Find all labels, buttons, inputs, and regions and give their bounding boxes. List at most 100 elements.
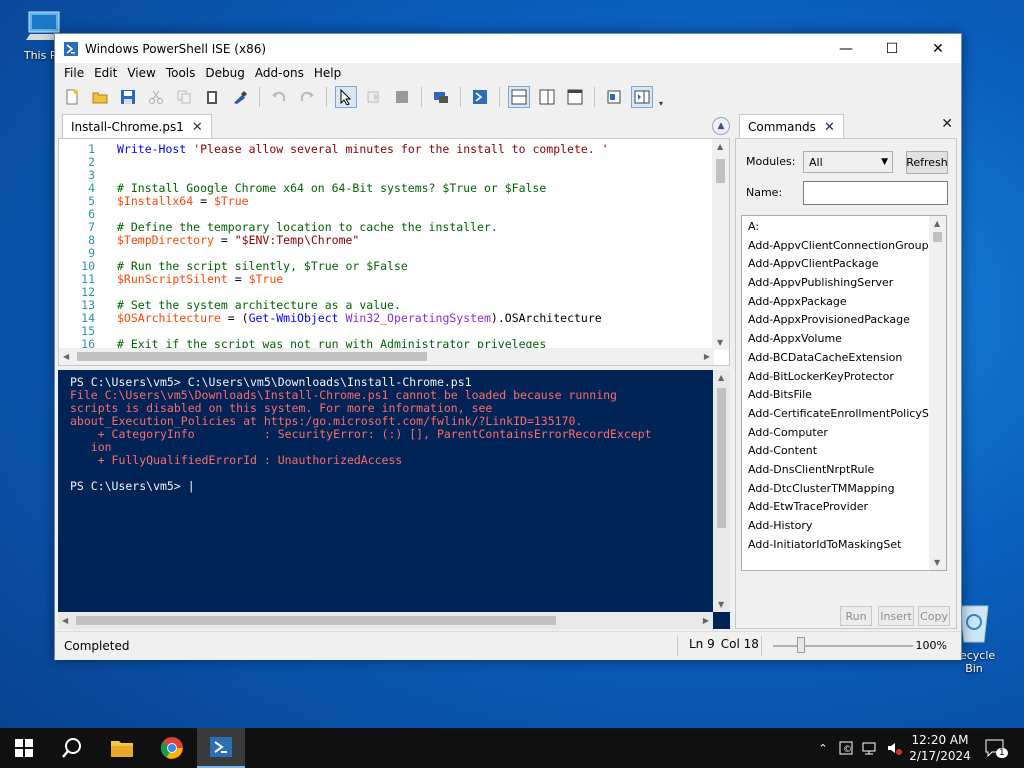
cut-icon[interactable] — [145, 86, 167, 108]
menu-edit[interactable]: Edit — [89, 66, 122, 80]
run-script-icon[interactable] — [335, 86, 357, 108]
open-folder-icon[interactable] — [89, 86, 111, 108]
close-pane-icon[interactable]: ✕ — [941, 116, 953, 132]
tab-close-icon[interactable]: ✕ — [192, 120, 203, 135]
minimize-button[interactable]: — — [823, 34, 869, 63]
notifications-button[interactable]: 1 — [980, 728, 1010, 768]
command-list-item[interactable]: Add-History — [742, 517, 934, 536]
scroll-down-icon[interactable]: ▼ — [717, 338, 723, 347]
start-button[interactable] — [0, 728, 48, 768]
commands-tab-close-icon[interactable]: ✕ — [824, 120, 835, 135]
scroll-up-icon[interactable]: ▲ — [934, 219, 940, 228]
console-horizontal-scrollbar[interactable]: ◀ ▶ — [58, 612, 713, 629]
menu-view[interactable]: View — [122, 66, 160, 80]
name-search-input[interactable] — [803, 181, 948, 205]
zoom-slider[interactable] — [773, 645, 913, 647]
menu-file[interactable]: File — [59, 66, 89, 80]
command-list-item[interactable]: Add-EtwTraceProvider — [742, 498, 934, 517]
command-list-item[interactable]: Add-AppvClientPackage — [742, 255, 934, 274]
scroll-left-icon[interactable]: ◀ — [63, 352, 69, 361]
menu-add-ons[interactable]: Add-ons — [250, 66, 309, 80]
editor-horizontal-scrollbar[interactable]: ◀ ▶ — [59, 348, 714, 365]
scrollbar-thumb[interactable] — [933, 232, 942, 242]
insert-button[interactable]: Insert — [878, 606, 914, 626]
collapse-script-pane-button[interactable]: ▲ — [712, 117, 730, 135]
menu-tools[interactable]: Tools — [161, 66, 201, 80]
command-list-item[interactable]: Add-DtcClusterTMMapping — [742, 480, 934, 499]
status-divider — [761, 636, 762, 656]
command-list-item[interactable]: Add-Content — [742, 442, 934, 461]
command-list-item[interactable]: Add-BitsFile — [742, 386, 934, 405]
save-icon[interactable] — [117, 86, 139, 108]
command-list-item[interactable]: Add-DnsClientNrptRule — [742, 461, 934, 480]
command-list-item[interactable]: A: — [742, 218, 934, 237]
powershell-ise-taskbar-button[interactable] — [197, 728, 245, 768]
clear-console-icon[interactable] — [229, 86, 251, 108]
console-pane[interactable]: PS C:\Users\vm5> C:\Users\vm5\Downloads\… — [58, 370, 730, 629]
title-bar[interactable]: Windows PowerShell ISE (x86) — ☐ ✕ — [55, 34, 961, 63]
volume-muted-icon[interactable] — [884, 728, 904, 768]
show-script-pane-top-icon[interactable] — [508, 86, 530, 108]
undo-icon[interactable] — [268, 86, 290, 108]
scroll-down-icon[interactable]: ▼ — [934, 558, 940, 567]
security-icon[interactable]: © — [836, 728, 856, 768]
powershell-ise-icon — [210, 737, 232, 757]
show-command-window-icon[interactable] — [603, 86, 625, 108]
show-script-pane-maximized-icon[interactable] — [564, 86, 586, 108]
command-list-item[interactable]: Add-AppvPublishingServer — [742, 274, 934, 293]
new-file-icon[interactable] — [61, 86, 83, 108]
command-list-item[interactable]: Add-AppxVolume — [742, 330, 934, 349]
console-vertical-scrollbar[interactable]: ▲ ▼ — [713, 370, 730, 612]
editor-vertical-scrollbar[interactable]: ▲ ▼ — [712, 139, 729, 350]
search-button[interactable] — [48, 728, 96, 768]
menu-help[interactable]: Help — [309, 66, 346, 80]
show-script-pane-right-icon[interactable] — [536, 86, 558, 108]
scroll-up-icon[interactable]: ▲ — [717, 142, 723, 151]
scrollbar-thumb[interactable] — [76, 616, 556, 625]
run-button[interactable]: Run — [840, 606, 872, 626]
modules-dropdown[interactable]: All ▼ — [803, 151, 893, 173]
commands-list-scrollbar[interactable]: ▲ ▼ — [929, 216, 946, 570]
tab-commands[interactable]: Commands ✕ — [739, 114, 844, 139]
refresh-button[interactable]: Refresh — [906, 151, 948, 174]
stop-icon[interactable] — [391, 86, 413, 108]
menu-debug[interactable]: Debug — [200, 66, 249, 80]
chrome-button[interactable] — [148, 728, 196, 768]
clock[interactable]: 12:20 AM 2/17/2024 — [905, 732, 975, 764]
command-list-item[interactable]: Add-BitLockerKeyProtector — [742, 368, 934, 387]
command-list-item[interactable]: Add-BCDataCacheExtension — [742, 349, 934, 368]
scroll-up-icon[interactable]: ▲ — [718, 373, 724, 382]
show-hidden-icons-chevron-up-icon[interactable]: ⌃ — [814, 728, 832, 768]
command-list-item[interactable]: Add-Computer — [742, 424, 934, 443]
scroll-left-icon[interactable]: ◀ — [62, 616, 68, 625]
tab-install-chrome[interactable]: Install-Chrome.ps1 ✕ — [62, 114, 212, 139]
copy-icon[interactable] — [173, 86, 195, 108]
script-editor[interactable]: 1 Write-Host 'Please allow several minute… — [58, 138, 730, 366]
scroll-right-icon[interactable]: ▶ — [704, 352, 710, 361]
command-list-item[interactable]: Add-InitiatorIdToMaskingSet — [742, 536, 934, 555]
scroll-right-icon[interactable]: ▶ — [703, 616, 709, 625]
commands-list[interactable]: A: Add-AppvClientConnectionGroup Add-AppvC… — [741, 215, 947, 571]
maximize-button[interactable]: ☐ — [869, 34, 915, 63]
command-list-item[interactable]: Add-CertificateEnrollmentPolicyServer — [742, 405, 934, 424]
command-list-item[interactable]: Add-AppxProvisionedPackage — [742, 311, 934, 330]
scroll-down-icon[interactable]: ▼ — [718, 600, 724, 609]
close-button[interactable]: ✕ — [915, 34, 961, 63]
zoom-slider-thumb[interactable] — [797, 637, 805, 653]
toolbar-overflow-icon[interactable]: ▾ — [659, 99, 663, 108]
remote-powershell-icon[interactable] — [430, 86, 452, 108]
redo-icon[interactable] — [296, 86, 318, 108]
copy-button[interactable]: Copy — [918, 606, 950, 626]
scrollbar-thumb[interactable] — [717, 388, 726, 528]
toolbar: ▾ — [55, 83, 961, 111]
command-list-item[interactable]: Add-AppvClientConnectionGroup — [742, 237, 934, 256]
file-explorer-button[interactable] — [98, 728, 146, 768]
scrollbar-thumb[interactable] — [716, 159, 725, 183]
run-selection-icon[interactable] — [363, 86, 385, 108]
command-list-item[interactable]: Add-AppxPackage — [742, 293, 934, 312]
scrollbar-thumb[interactable] — [77, 352, 427, 361]
network-icon[interactable] — [860, 728, 880, 768]
paste-icon[interactable] — [201, 86, 223, 108]
show-command-addon-icon[interactable] — [631, 86, 653, 108]
start-powershell-icon[interactable] — [469, 86, 491, 108]
